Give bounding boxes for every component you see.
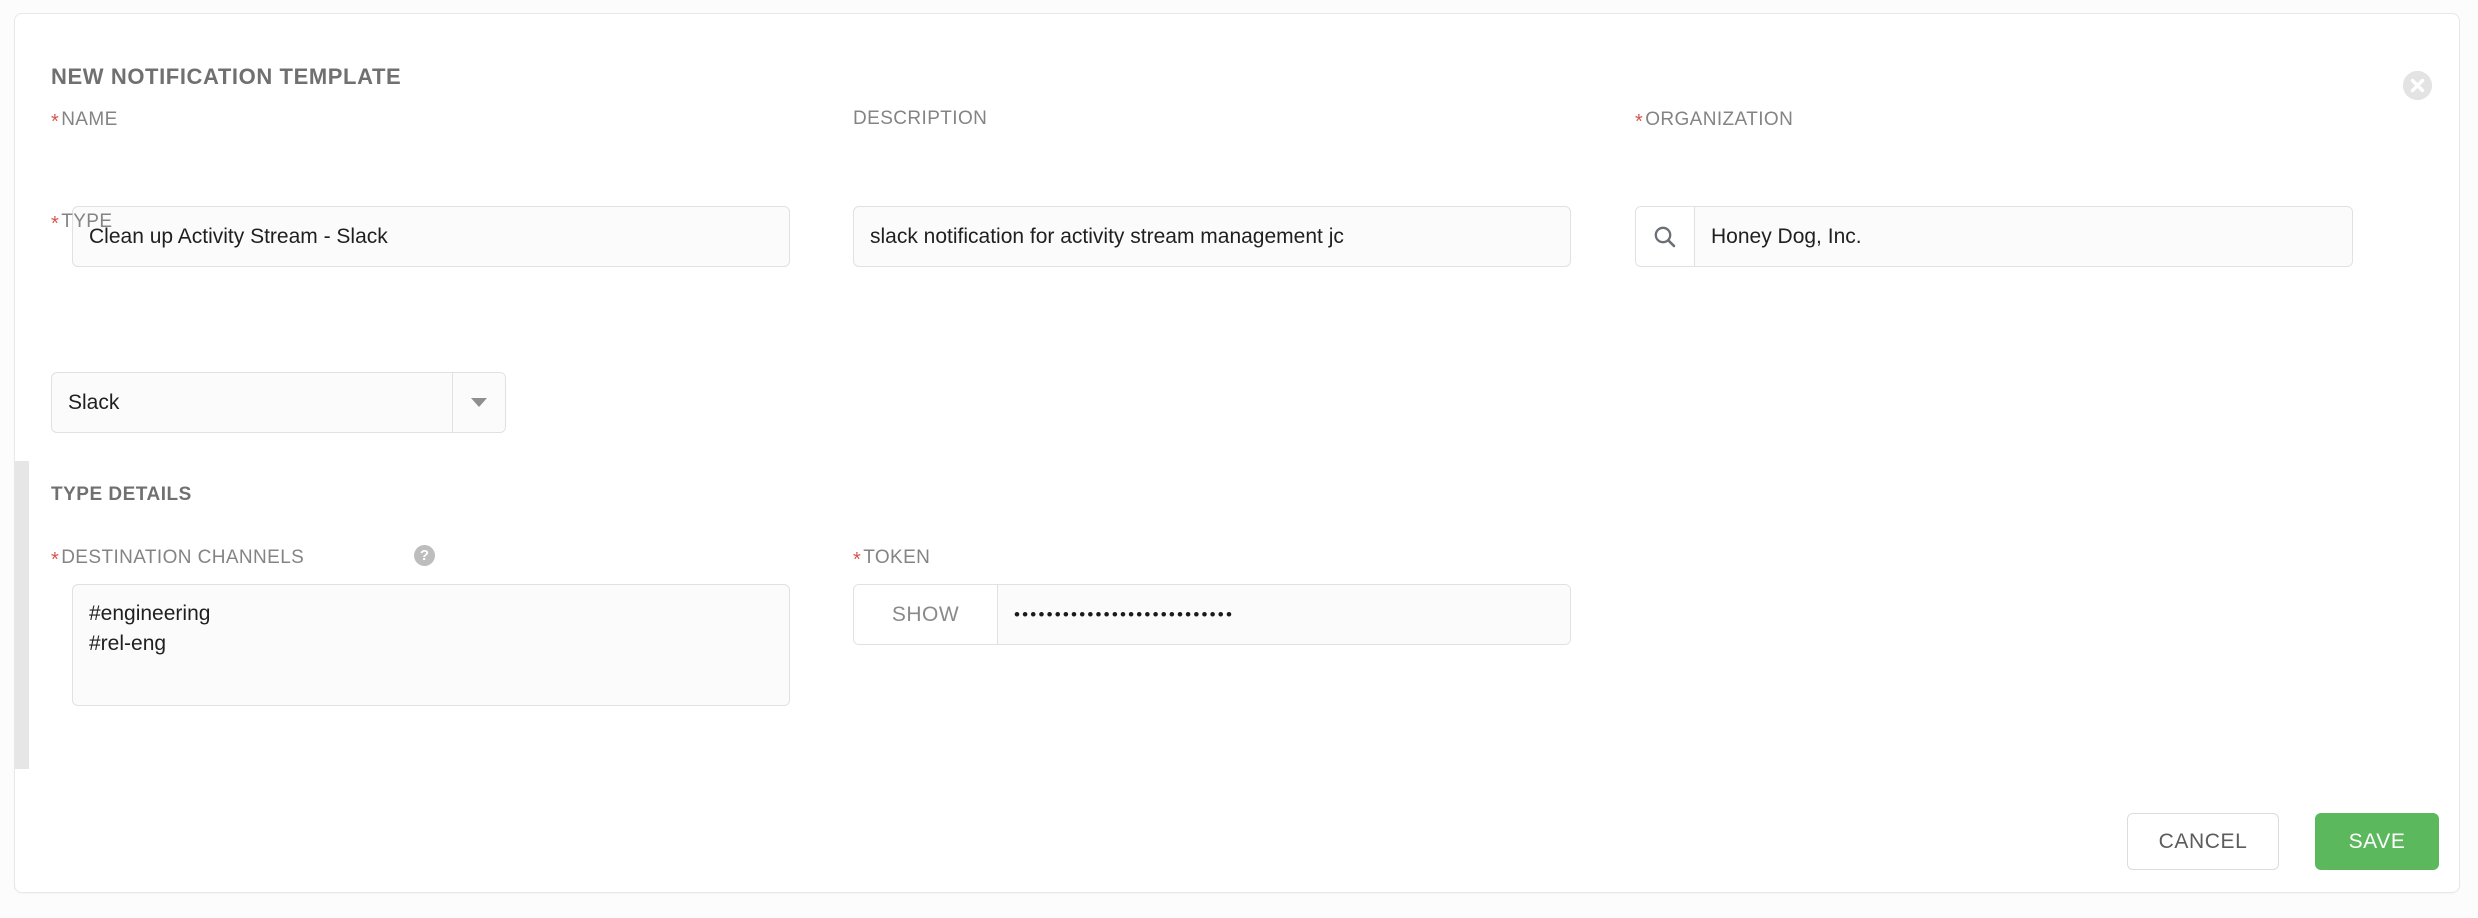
close-icon[interactable] <box>2403 71 2432 100</box>
token-show-button[interactable]: SHOW <box>854 585 998 644</box>
chevron-down-icon[interactable] <box>452 373 505 432</box>
type-label-text: TYPE <box>61 211 113 232</box>
search-icon[interactable] <box>1636 207 1695 266</box>
description-input[interactable] <box>853 206 1571 267</box>
name-required-marker: * <box>51 111 60 133</box>
name-label: * NAME <box>51 108 118 133</box>
destination-channels-input[interactable]: #engineering #rel-eng <box>72 584 790 706</box>
description-label: DESCRIPTION <box>853 108 987 130</box>
organization-input[interactable] <box>1695 207 2352 266</box>
form-scroll-rail[interactable] <box>15 461 29 769</box>
new-notification-template-card: NEW NOTIFICATION TEMPLATE *NAME DESCRIPT… <box>14 13 2460 893</box>
token-label: * TOKEN <box>853 546 931 571</box>
destination-channels-label: * DESTINATION CHANNELS <box>51 546 305 571</box>
token-label-text: TOKEN <box>863 547 931 568</box>
description-label-text: DESCRIPTION <box>853 108 988 129</box>
save-button[interactable]: SAVE <box>2315 813 2439 870</box>
question-mark-glyph: ? <box>419 547 430 564</box>
destination-channels-required-marker: * <box>51 549 60 571</box>
type-required-marker: * <box>51 213 60 235</box>
type-details-section-title: TYPE DETAILS <box>51 484 192 505</box>
question-mark-icon[interactable]: ? <box>414 545 435 566</box>
name-label-text: NAME <box>61 109 118 130</box>
token-field-group: SHOW <box>853 584 1571 645</box>
cancel-button[interactable]: CANCEL <box>2127 813 2279 870</box>
type-select[interactable]: Slack <box>51 372 506 433</box>
organization-label-text: ORGANIZATION <box>1645 109 1794 130</box>
page-title: NEW NOTIFICATION TEMPLATE <box>51 64 402 89</box>
organization-lookup-group <box>1635 206 2353 267</box>
type-selected-value: Slack <box>68 390 120 414</box>
organization-required-marker: * <box>1635 111 1644 133</box>
token-required-marker: * <box>853 549 862 571</box>
organization-label: * ORGANIZATION <box>1635 108 1794 133</box>
type-label: * TYPE <box>51 210 113 235</box>
token-input[interactable] <box>998 585 1570 644</box>
destination-channels-label-text: DESTINATION CHANNELS <box>61 547 305 568</box>
name-input[interactable] <box>72 206 790 267</box>
